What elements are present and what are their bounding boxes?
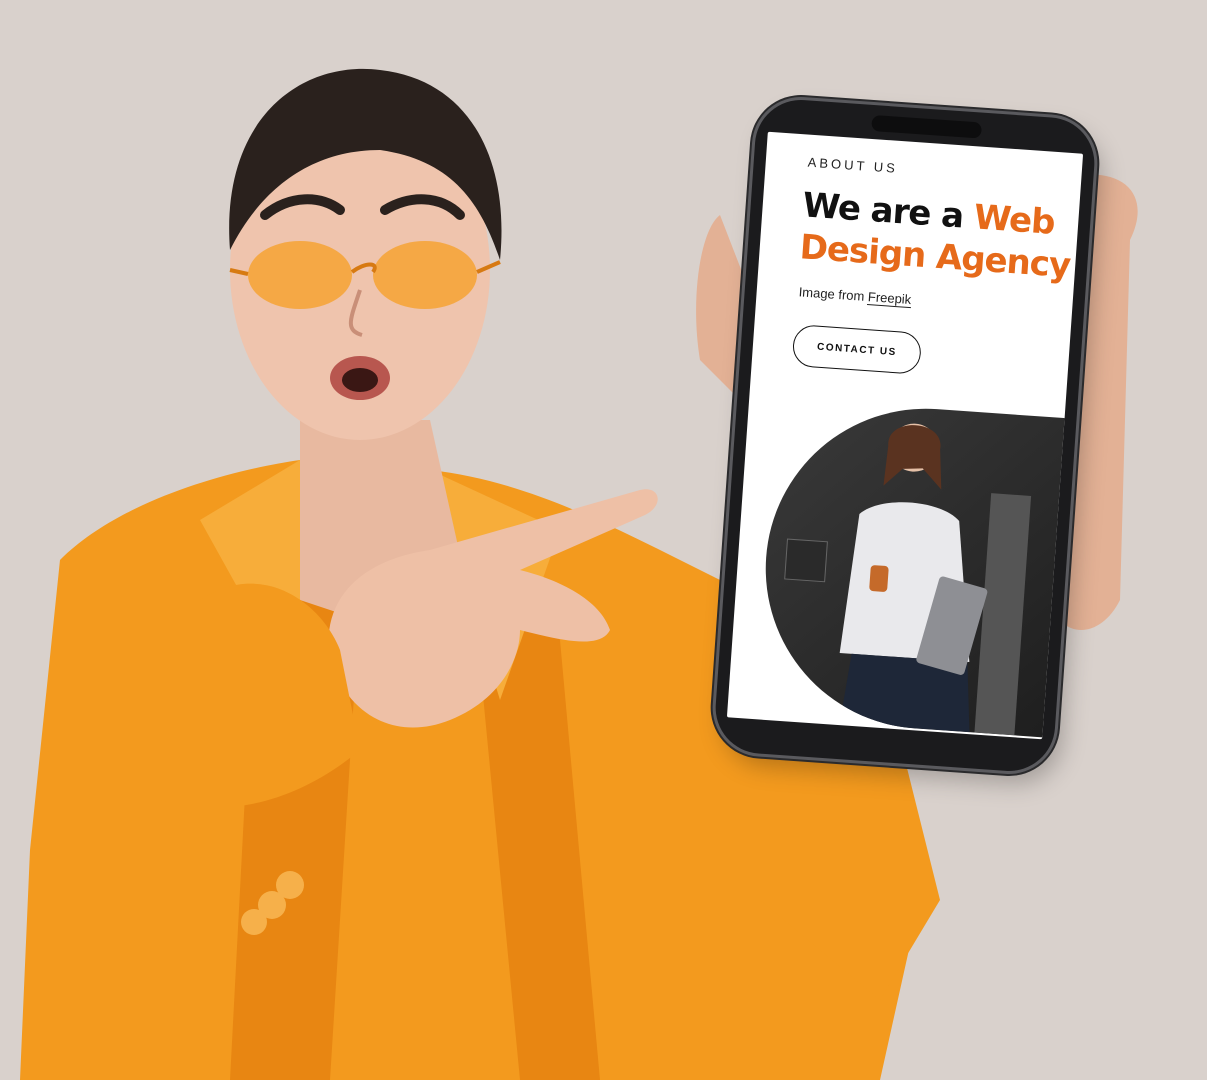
businesswoman-photo bbox=[784, 423, 1032, 736]
hero-image bbox=[754, 398, 1077, 739]
freepik-link[interactable]: Freepik bbox=[867, 289, 912, 309]
smartphone: ABOUT US We are a Web Design Agency Imag… bbox=[712, 96, 1098, 775]
about-us-label: ABOUT US bbox=[807, 154, 899, 176]
contact-us-button[interactable]: CONTACT US bbox=[791, 324, 923, 375]
phone-screen: ABOUT US We are a Web Design Agency Imag… bbox=[726, 131, 1084, 740]
headline: We are a Web Design Agency bbox=[798, 184, 1083, 287]
phone-notch bbox=[871, 114, 983, 139]
credit-prefix: Image from bbox=[798, 284, 865, 304]
image-credit: Image from Freepik bbox=[798, 284, 912, 309]
